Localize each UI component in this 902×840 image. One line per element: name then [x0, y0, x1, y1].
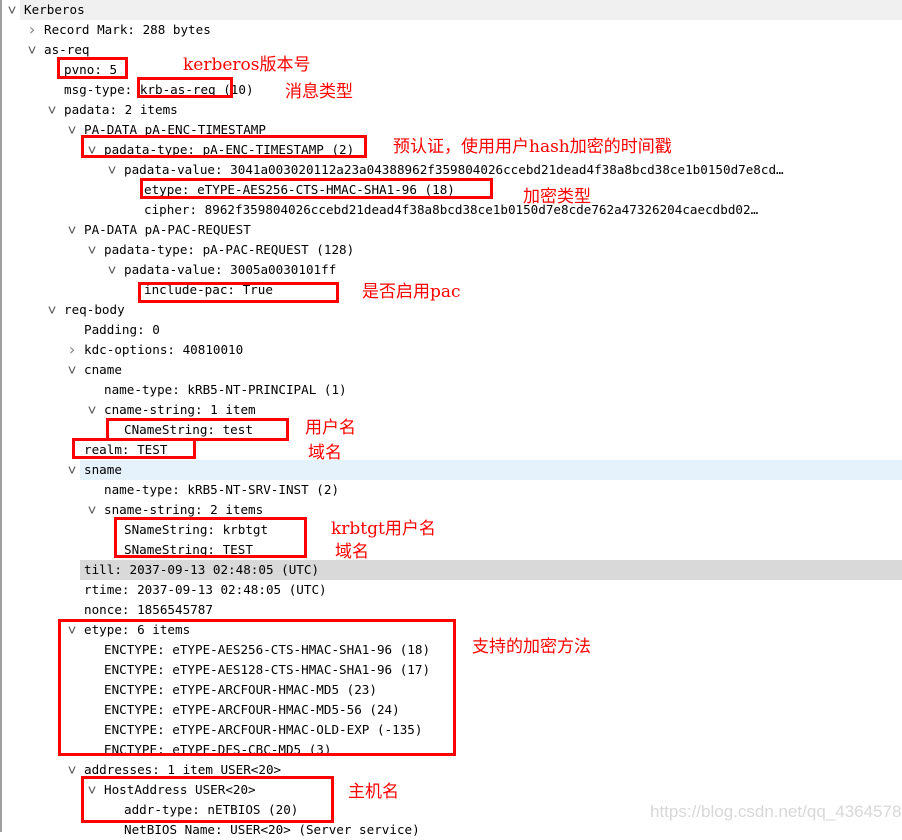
tree-row-label: padata: 2 items — [64, 102, 178, 117]
tree-row-label: Kerberos — [24, 2, 85, 17]
annotation-etype: 加密类型 — [523, 187, 591, 207]
row-highlight — [80, 460, 902, 480]
tree-row-label: Padding: 0 — [84, 322, 160, 337]
annotation-box-padata-type — [81, 135, 367, 158]
annotation-sname-realm: 域名 — [335, 542, 369, 562]
tree-row[interactable]: › Record Mark: 288 bytes — [2, 20, 902, 40]
annotation-etype-list: 支持的加密方法 — [472, 637, 591, 657]
chevron-down-icon[interactable]: ˅ — [86, 400, 98, 420]
annotation-box-etype-list — [58, 619, 456, 756]
tree-row-label: name-type: kRB5-NT-SRV-INST (2) — [104, 482, 340, 497]
annotation-realm: 域名 — [308, 443, 342, 463]
tree-row[interactable]: name-type: kRB5-NT-SRV-INST (2) — [2, 480, 902, 500]
tree-row-label: Record Mark: 288 bytes — [44, 22, 211, 37]
tree-row[interactable]: nonce: 1856545787 — [2, 600, 902, 620]
watermark: https://blog.csdn.net/qq_43645782 — [650, 802, 902, 821]
tree-row-label: sname — [84, 462, 122, 477]
chevron-down-icon[interactable]: ˅ — [26, 40, 38, 60]
chevron-down-icon[interactable]: ˅ — [66, 360, 78, 380]
chevron-down-icon[interactable]: ˅ — [66, 460, 78, 480]
tree-row[interactable]: name-type: kRB5-NT-PRINCIPAL (1) — [2, 380, 902, 400]
tree-row[interactable]: ˅ req-body — [2, 300, 902, 320]
chevron-down-icon[interactable]: ˅ — [86, 240, 98, 260]
tree-row-label: cname-string: 1 item — [104, 402, 256, 417]
tree-row-label: cname — [84, 362, 122, 377]
chevron-down-icon[interactable]: ˅ — [106, 160, 118, 180]
chevron-down-icon[interactable]: ˅ — [6, 0, 18, 20]
chevron-down-icon[interactable]: ˅ — [66, 760, 78, 780]
row-highlight — [20, 0, 902, 20]
tree-row[interactable]: Padding: 0 — [2, 320, 902, 340]
annotation-box-msg-type — [137, 77, 233, 98]
chevron-down-icon[interactable]: ˅ — [86, 500, 98, 520]
tree-row[interactable]: ˅ sname — [2, 460, 902, 480]
annotation-pvno: kerberos版本号 — [183, 55, 311, 75]
tree-row-label: padata-value: 3041a003020112a23a04388962… — [124, 162, 784, 177]
tree-row[interactable]: ˅ Kerberos — [2, 0, 902, 20]
tree-row-label: cipher: 8962f359804026ccebd21dead4f38a8b… — [144, 202, 759, 217]
annotation-host-address: 主机名 — [348, 782, 399, 802]
tree-row-label: till: 2037-09-13 02:48:05 (UTC) — [84, 562, 320, 577]
chevron-down-icon[interactable]: ˅ — [46, 100, 58, 120]
tree-row[interactable]: ˅ padata-type: pA-PAC-REQUEST (128) — [2, 240, 902, 260]
annotation-include-pac: 是否启用pac — [362, 282, 461, 302]
tree-row[interactable]: ˅ padata: 2 items — [2, 100, 902, 120]
tree-row[interactable]: NetBIOS Name: USER<20> (Server service) — [2, 820, 902, 840]
tree-row[interactable]: ˅ as-req — [2, 40, 902, 60]
tree-row-label: nonce: 1856545787 — [84, 602, 213, 617]
tree-row[interactable]: till: 2037-09-13 02:48:05 (UTC) — [2, 560, 902, 580]
tree-row[interactable]: › kdc-options: 40810010 — [2, 340, 902, 360]
tree-row-label: req-body — [64, 302, 125, 317]
tree-row-label: NetBIOS Name: USER<20> (Server service) — [124, 822, 420, 837]
annotation-box-etype — [140, 178, 493, 199]
tree-row-label: padata-type: pA-PAC-REQUEST (128) — [104, 242, 355, 257]
tree-row[interactable]: ˅ cname-string: 1 item — [2, 400, 902, 420]
annotation-box-sname — [114, 517, 307, 558]
tree-row[interactable]: rtime: 2037-09-13 02:48:05 (UTC) — [2, 580, 902, 600]
tree-row-label: kdc-options: 40810010 — [84, 342, 244, 357]
annotation-sname-krbtgt: krbtgt用户名 — [331, 519, 436, 539]
tree-row[interactable]: ˅ padata-value: 3041a003020112a23a0438896… — [2, 160, 902, 180]
chevron-down-icon[interactable]: ˅ — [66, 120, 78, 140]
annotation-box-host-address — [81, 776, 334, 823]
tree-row-label: PA-DATA pA-PAC-REQUEST — [84, 222, 251, 237]
tree-row[interactable]: cipher: 8962f359804026ccebd21dead4f38a8b… — [2, 200, 902, 220]
tree-row-label: name-type: kRB5-NT-PRINCIPAL (1) — [104, 382, 347, 397]
chevron-down-icon[interactable]: ˅ — [66, 220, 78, 240]
tree-row-label: rtime: 2037-09-13 02:48:05 (UTC) — [84, 582, 327, 597]
annotation-box-pvno — [57, 57, 128, 79]
tree-row-label: padata-value: 3005a0030101ff — [124, 262, 337, 277]
annotation-cname: 用户名 — [305, 418, 356, 438]
chevron-right-icon[interactable]: › — [26, 20, 38, 40]
tree-row[interactable]: ˅ cname — [2, 360, 902, 380]
chevron-down-icon[interactable]: ˅ — [106, 260, 118, 280]
chevron-down-icon[interactable]: ˅ — [46, 300, 58, 320]
chevron-right-icon[interactable]: › — [66, 340, 78, 360]
annotation-padata-type: 预认证，使用用户hash加密的时间戳 — [393, 137, 672, 157]
annotation-box-include-pac — [138, 282, 339, 303]
annotation-box-realm — [72, 438, 196, 459]
tree-row[interactable]: ˅ PA-DATA pA-PAC-REQUEST — [2, 220, 902, 240]
annotation-msg-type: 消息类型 — [285, 82, 353, 102]
